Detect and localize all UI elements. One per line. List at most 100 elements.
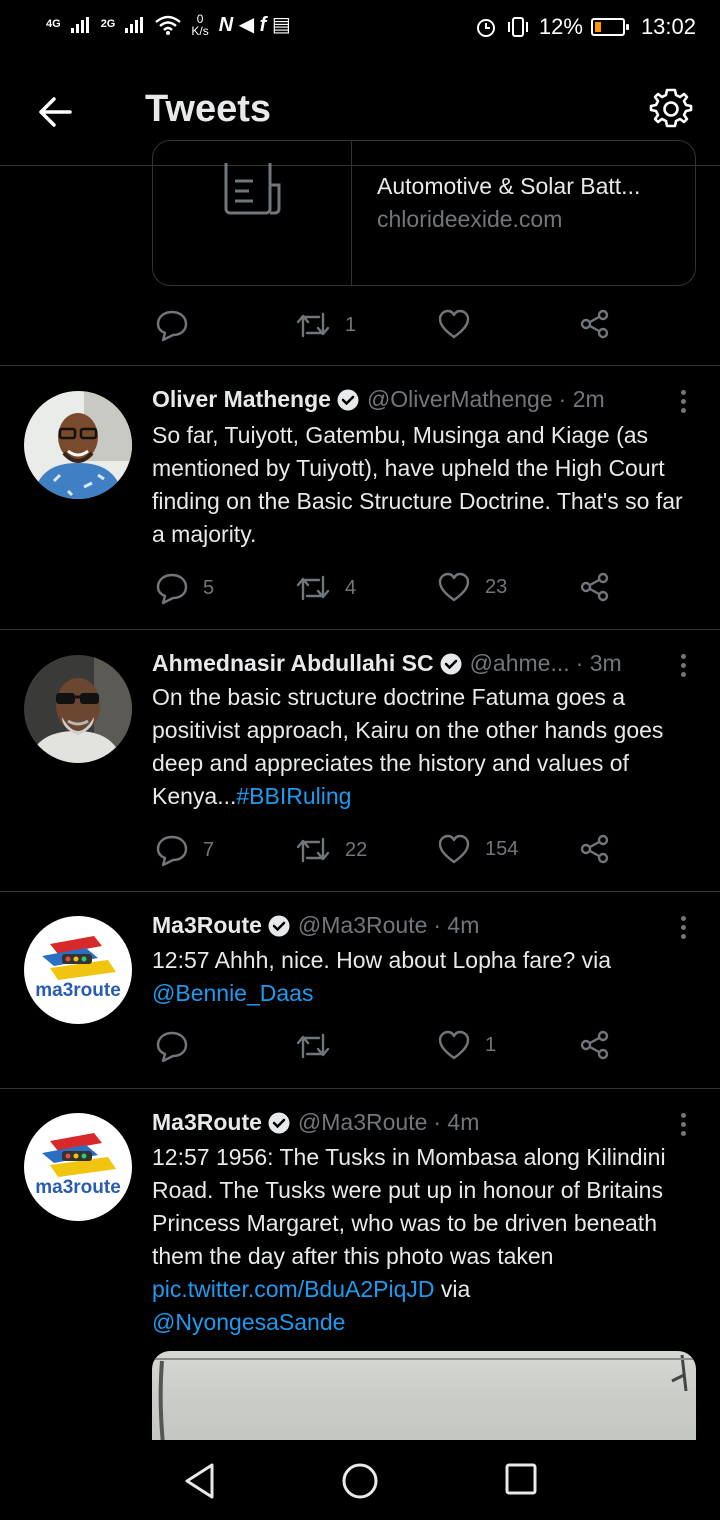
retweet-count: 4 bbox=[345, 576, 357, 599]
retweet-count: 22 bbox=[345, 838, 368, 861]
verified-badge-icon bbox=[268, 1112, 290, 1133]
hashtag-link[interactable]: #BBIRuling bbox=[236, 783, 351, 809]
mention-link[interactable]: @Bennie_Daas bbox=[152, 980, 313, 1006]
tweet-actions: 5 4 23 bbox=[155, 571, 625, 607]
share-icon bbox=[580, 309, 609, 339]
gear-icon[interactable] bbox=[648, 86, 694, 132]
nav-back-icon[interactable] bbox=[182, 1462, 218, 1500]
tweet-time: · 3m bbox=[575, 650, 622, 676]
user-handle[interactable]: @OliverMathenge bbox=[367, 386, 553, 413]
avatar[interactable] bbox=[24, 391, 132, 499]
retweet-button[interactable]: 1 bbox=[295, 308, 356, 342]
share-button[interactable] bbox=[579, 308, 611, 340]
more-options-icon[interactable] bbox=[678, 916, 688, 944]
battery-percent: 12% bbox=[538, 14, 583, 39]
reply-icon bbox=[156, 573, 188, 605]
share-button[interactable] bbox=[579, 833, 611, 865]
network-speed: 0 K/s bbox=[191, 11, 209, 38]
retweet-icon bbox=[296, 1033, 330, 1059]
retweet-count: 1 bbox=[345, 313, 357, 336]
like-button[interactable]: 23 bbox=[437, 571, 507, 603]
avatar[interactable] bbox=[24, 655, 132, 763]
like-count: 154 bbox=[485, 837, 519, 860]
more-options-icon[interactable] bbox=[678, 1113, 688, 1141]
like-button[interactable]: 1 bbox=[437, 1029, 496, 1061]
tweet-header: Oliver Mathenge @OliverMathenge · 2m bbox=[152, 386, 605, 413]
verified-badge-icon bbox=[268, 915, 290, 936]
network-4g-label: 4G bbox=[46, 18, 61, 30]
reply-button[interactable]: 7 bbox=[155, 833, 214, 867]
reply-button[interactable] bbox=[155, 1029, 189, 1063]
reply-count: 5 bbox=[203, 576, 215, 599]
display-name[interactable]: Oliver Mathenge bbox=[152, 386, 331, 413]
retweet-button[interactable] bbox=[295, 1029, 331, 1063]
document-icon bbox=[224, 163, 281, 215]
card-domain: chlorideexide.com bbox=[377, 206, 563, 232]
retweet-icon bbox=[296, 312, 330, 338]
user-handle[interactable]: @Ma3Route bbox=[298, 1109, 427, 1136]
verified-badge-icon bbox=[440, 653, 462, 674]
notification-icons: N ◀ f ▤ bbox=[218, 14, 291, 36]
reply-icon bbox=[156, 835, 188, 867]
alarm-icon bbox=[476, 19, 495, 37]
avatar[interactable]: ma3route bbox=[24, 916, 132, 1024]
heart-icon bbox=[438, 572, 470, 602]
heart-icon bbox=[438, 1030, 470, 1060]
clock: 13:02 bbox=[640, 14, 696, 39]
display-name[interactable]: Ma3Route bbox=[152, 912, 262, 939]
nav-recents-icon[interactable] bbox=[504, 1462, 538, 1496]
display-name[interactable]: Ahmednasir Abdullahi SC bbox=[152, 650, 434, 677]
retweet-button[interactable]: 22 bbox=[295, 833, 367, 867]
reply-icon bbox=[156, 310, 188, 342]
tweet-text: 12:57 1956: The Tusks in Mombasa along K… bbox=[152, 1144, 666, 1335]
tweet-item[interactable]: ma3route Ma3Route @Ma3Route · 4m 12:57 A… bbox=[0, 892, 720, 1088]
share-icon bbox=[580, 1030, 609, 1060]
avatar[interactable]: ma3route bbox=[24, 1113, 132, 1221]
user-handle[interactable]: @Ma3Route bbox=[298, 912, 427, 939]
reply-button[interactable]: 5 bbox=[155, 571, 214, 605]
wifi-icon bbox=[155, 15, 182, 35]
tweet-item[interactable]: ma3route Ma3Route @Ma3Route · 4m 12:57 1… bbox=[0, 1089, 720, 1440]
more-options-icon[interactable] bbox=[678, 390, 688, 418]
verified-badge-icon bbox=[337, 389, 359, 410]
tweet-time: · 2m bbox=[558, 386, 605, 412]
heart-icon bbox=[438, 834, 470, 864]
signal-icon bbox=[70, 16, 91, 33]
page-title: Tweets bbox=[145, 88, 272, 130]
tweet-item[interactable]: Ahmednasir Abdullahi SC @ahme... · 3m On… bbox=[0, 630, 720, 891]
brand-logo-text: ma3route bbox=[35, 1177, 121, 1198]
card-thumbnail bbox=[153, 141, 352, 285]
retweet-icon bbox=[296, 575, 330, 601]
link-preview-card[interactable]: Automotive & Solar Batt... chlorideexide… bbox=[152, 140, 696, 286]
retweet-button[interactable]: 4 bbox=[295, 571, 356, 605]
pic-link[interactable]: pic.twitter.com/BduA2PiqJD bbox=[152, 1276, 435, 1302]
share-button[interactable] bbox=[579, 571, 611, 603]
reply-button[interactable] bbox=[155, 308, 189, 342]
display-name[interactable]: Ma3Route bbox=[152, 1109, 262, 1136]
mention-link[interactable]: @NyongesaSande bbox=[152, 1309, 345, 1335]
user-handle[interactable]: @ahme... bbox=[470, 650, 570, 677]
status-bar: 4G 2G 0 K/s N ◀ f ▤ 12% 13:02 bbox=[0, 0, 720, 56]
battery-icon bbox=[590, 18, 629, 36]
more-options-icon[interactable] bbox=[678, 654, 688, 682]
like-count: 23 bbox=[485, 575, 508, 598]
like-count: 1 bbox=[485, 1033, 497, 1056]
tweet-time: · 4m bbox=[433, 1109, 480, 1135]
nav-home-icon[interactable] bbox=[341, 1462, 379, 1500]
tweet-header: Ma3Route @Ma3Route · 4m bbox=[152, 1109, 479, 1136]
vibrate-icon bbox=[507, 17, 528, 37]
back-arrow-icon[interactable] bbox=[36, 92, 76, 132]
tweet-header: Ahmednasir Abdullahi SC @ahme... · 3m bbox=[152, 650, 622, 677]
like-button[interactable]: 154 bbox=[437, 833, 518, 865]
tweet-item[interactable]: Oliver Mathenge @OliverMathenge · 2m So … bbox=[0, 366, 720, 629]
tweet-actions: 7 22 154 bbox=[155, 833, 625, 869]
tweet-actions: 1 bbox=[155, 1029, 625, 1065]
tweet-photo[interactable] bbox=[152, 1351, 696, 1440]
share-icon bbox=[580, 572, 609, 602]
like-button[interactable] bbox=[437, 308, 471, 340]
system-nav-bar bbox=[0, 1440, 720, 1520]
retweet-icon bbox=[296, 837, 330, 863]
share-button[interactable] bbox=[579, 1029, 611, 1061]
share-icon bbox=[580, 834, 609, 864]
card-title: Automotive & Solar Batt... bbox=[377, 173, 641, 199]
